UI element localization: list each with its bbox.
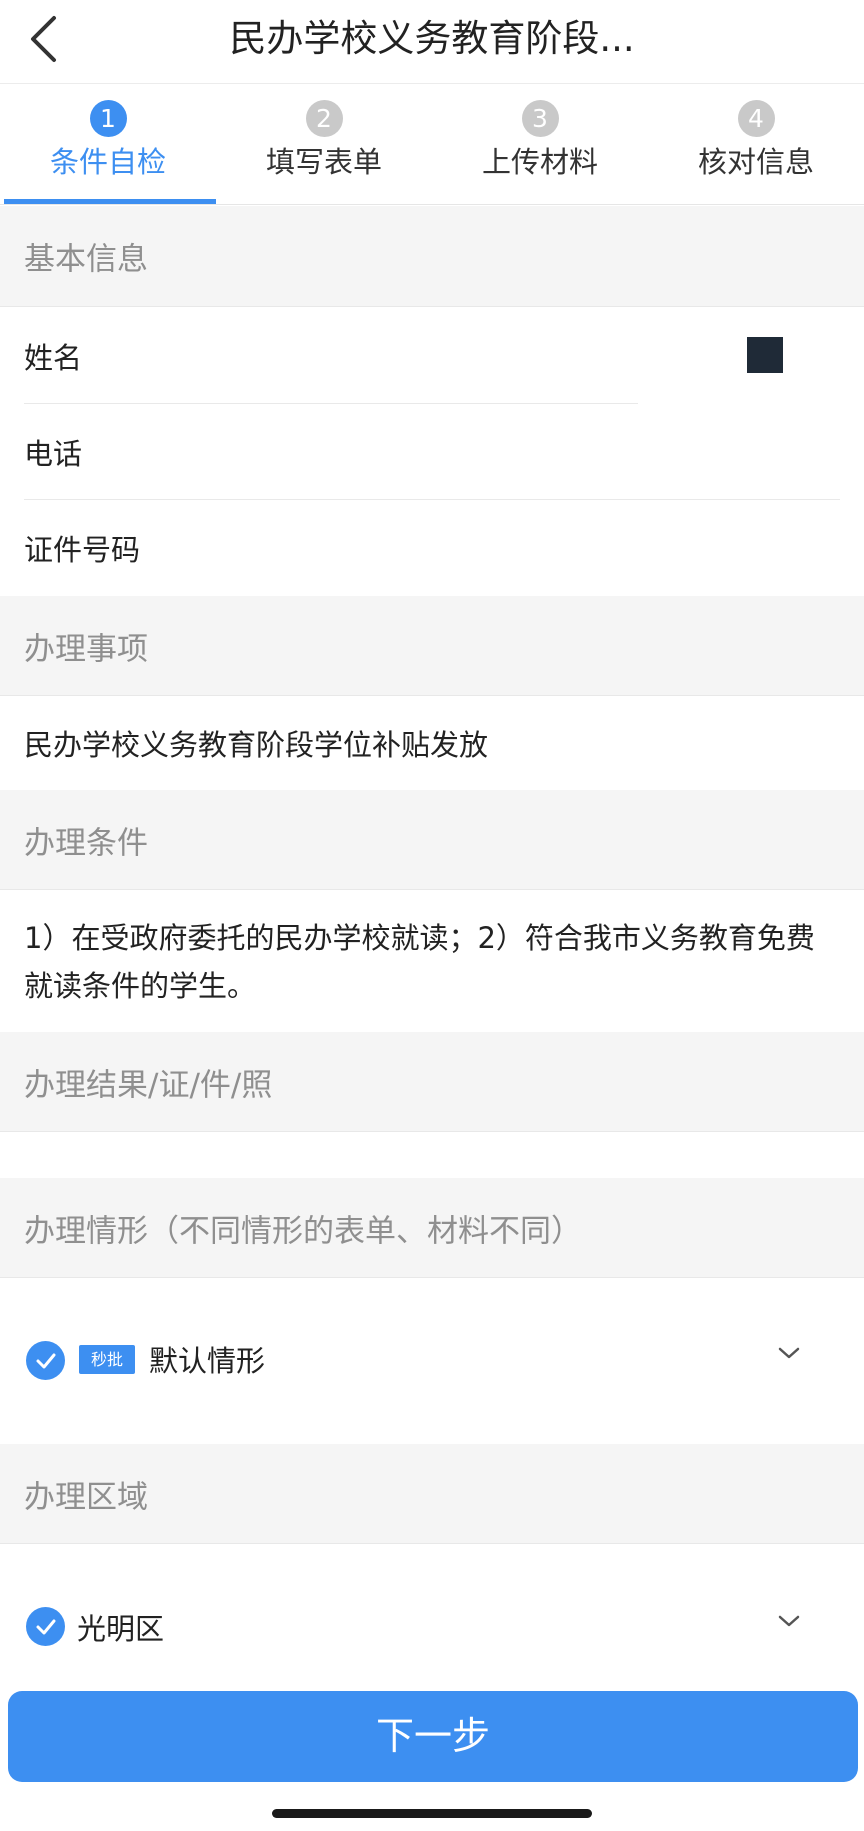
step-3[interactable]: 3 上传材料: [432, 85, 648, 204]
situation-value: 默认情形: [149, 1344, 266, 1378]
active-step-indicator: [4, 199, 216, 204]
check-icon[interactable]: [26, 1341, 65, 1380]
section-title: 办理条件: [24, 825, 148, 861]
chevron-down-icon[interactable]: [772, 1336, 806, 1370]
situation-select[interactable]: 秒批 默认情形: [0, 1278, 864, 1444]
field-label: 电话: [24, 437, 83, 471]
section-title: 办理结果/证/件/照: [24, 1067, 273, 1103]
matter-value: 民办学校义务教育阶段学位补贴发放: [24, 728, 489, 762]
back-icon[interactable]: [14, 8, 74, 70]
step-number: 2: [305, 100, 343, 137]
step-2[interactable]: 2 填写表单: [216, 85, 432, 204]
home-indicator[interactable]: [272, 1809, 592, 1818]
section-title: 办理情形（不同情形的表单、材料不同）: [24, 1213, 582, 1249]
step-number: 1: [89, 100, 127, 137]
field-label: 姓名: [24, 341, 83, 375]
section-title: 基本信息: [24, 241, 148, 278]
section-area: 办理区域: [0, 1444, 864, 1544]
field-name[interactable]: 姓名: [0, 308, 864, 404]
page-title: 民办学校义务教育阶段...: [229, 17, 635, 60]
section-title: 办理区域: [24, 1479, 148, 1515]
step-4[interactable]: 4 核对信息: [648, 85, 864, 204]
field-phone[interactable]: 电话: [0, 404, 864, 500]
area-select[interactable]: 光明区: [0, 1544, 864, 1684]
chevron-down-icon[interactable]: [772, 1604, 806, 1638]
conditions-text: 1）在受政府委托的民办学校就读；2）符合我市义务教育免费就读条件的学生。: [0, 890, 864, 1032]
nav-bar: 民办学校义务教育阶段...: [0, 0, 864, 84]
instant-approval-badge: 秒批: [79, 1345, 136, 1374]
next-step-button[interactable]: 下一步: [8, 1691, 858, 1782]
field-id-number[interactable]: 证件号码: [0, 500, 864, 596]
area-value: 光明区: [77, 1612, 165, 1646]
step-label: 填写表单: [265, 145, 382, 179]
step-number: 3: [521, 100, 559, 137]
step-number: 4: [737, 100, 775, 137]
result-value-row: [0, 1132, 864, 1178]
check-icon[interactable]: [26, 1607, 65, 1646]
redaction-block: [747, 337, 783, 373]
step-label: 条件自检: [49, 145, 166, 179]
section-situation: 办理情形（不同情形的表单、材料不同）: [0, 1178, 864, 1278]
section-conditions: 办理条件: [0, 790, 864, 890]
section-title: 办理事项: [24, 631, 148, 667]
section-result: 办理结果/证/件/照: [0, 1032, 864, 1132]
section-basic-info: 基本信息: [0, 206, 864, 307]
section-matter: 办理事项: [0, 596, 864, 696]
field-label: 证件号码: [24, 533, 141, 567]
step-label: 核对信息: [697, 145, 814, 179]
step-tabs: 1 条件自检 2 填写表单 3 上传材料 4 核对信息: [0, 85, 864, 205]
matter-value-row: 民办学校义务教育阶段学位补贴发放: [0, 696, 864, 790]
step-1[interactable]: 1 条件自检: [0, 85, 216, 204]
step-label: 上传材料: [481, 145, 598, 179]
